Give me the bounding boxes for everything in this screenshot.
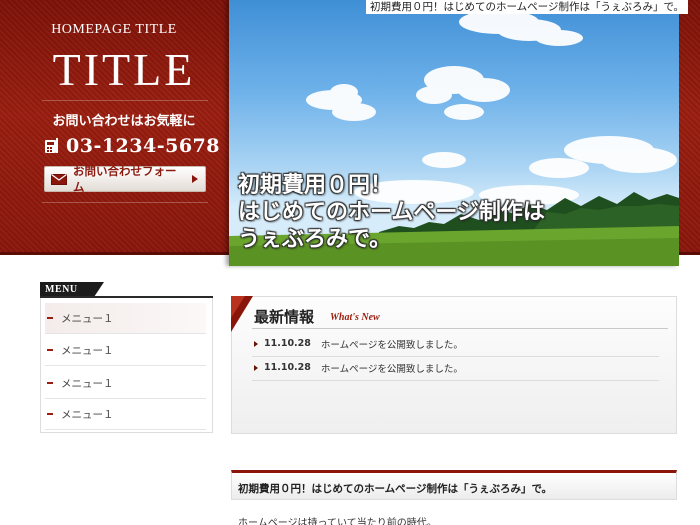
- hero-caption-line: 初期費用０円！: [238, 172, 393, 198]
- contact-form-label: お問い合わせフォーム: [73, 164, 177, 194]
- news-date: 11.10.28: [264, 338, 311, 349]
- sidebar-item-menu-2[interactable]: メニュー１: [45, 335, 206, 366]
- bullet-dash-icon: [47, 413, 53, 415]
- top-tagline: 初期費用０円！はじめてのホームページ制作は「うぇぶろみ」で。: [366, 0, 689, 14]
- sidebar-item-menu-4[interactable]: メニュー１: [45, 399, 206, 430]
- news-divider: [252, 328, 668, 329]
- news-link[interactable]: ホームページを公開致しました。: [321, 337, 463, 351]
- sidebar-item-label: メニュー１: [61, 377, 114, 390]
- news-date: 11.10.28: [264, 362, 311, 373]
- section-body-text: ホームページは持っていて当たり前の時代。: [238, 518, 437, 525]
- sidebar-item-label: メニュー１: [61, 312, 114, 325]
- ribbon-icon: [231, 296, 253, 332]
- sidebar-item-label: メニュー１: [61, 344, 114, 357]
- contact-message: お問い合わせはお気軽に: [52, 114, 196, 129]
- site-label: HOMEPAGE TITLE: [51, 22, 177, 37]
- phone-row: 03-1234-5678: [44, 133, 220, 159]
- news-title: 最新情報: [254, 308, 315, 326]
- phone-icon: [45, 138, 58, 153]
- bullet-dash-icon: [47, 317, 53, 319]
- hero-caption: 初期費用０円！ はじめてのホームページ制作は うぇぶろみで。: [238, 172, 658, 253]
- sidebar-item-menu-1[interactable]: メニュー１: [45, 303, 206, 334]
- hero-caption-line: はじめてのホームページ制作は: [238, 199, 545, 225]
- bullet-dash-icon: [47, 349, 53, 351]
- news-link[interactable]: ホームページを公開致しました。: [321, 361, 463, 375]
- section-heading: 初期費用０円！はじめてのホームページ制作は「うぇぶろみ」で。: [238, 483, 553, 495]
- news-item: 11.10.28 ホームページを公開致しました。: [252, 331, 659, 357]
- bullet-dash-icon: [47, 382, 53, 384]
- brand-divider: [42, 100, 208, 101]
- contact-form-button[interactable]: お問い合わせフォーム: [44, 164, 206, 194]
- site-title[interactable]: TITLE: [0, 44, 248, 96]
- triangle-bullet-icon: [254, 364, 258, 371]
- news-item: 11.10.28 ホームページを公開致しました。: [252, 355, 659, 381]
- arrow-right-icon: [192, 175, 198, 183]
- phone-number[interactable]: 03-1234-5678: [66, 135, 220, 157]
- hero-caption-line: うぇぶろみで。: [238, 226, 392, 252]
- news-subtitle: What's New: [330, 312, 380, 323]
- brand-divider-bottom: [42, 202, 208, 203]
- menu-heading: MENU: [40, 282, 104, 297]
- section-heading-box: 初期費用０円！はじめてのホームページ制作は「うぇぶろみ」で。: [231, 470, 677, 500]
- sidebar-item-menu-3[interactable]: メニュー１: [45, 368, 206, 399]
- sidebar-item-label: メニュー１: [61, 408, 114, 421]
- triangle-bullet-icon: [254, 340, 258, 347]
- mail-icon: [51, 173, 67, 185]
